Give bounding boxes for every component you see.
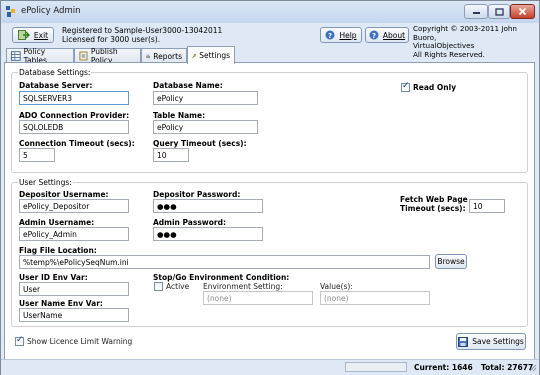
svg-text:?: ? [328, 32, 332, 40]
title-bar: ePolicy Admin [1, 1, 539, 23]
tab-label: Settings [199, 51, 230, 60]
about-label: About [382, 30, 406, 40]
fetch-timeout-input[interactable]: 10 [469, 199, 505, 213]
admin-password-label: Admin Password: [153, 218, 226, 227]
depositor-password-label: Depositor Password: [153, 190, 241, 199]
help-icon: ? [325, 30, 335, 40]
total-count: Total: 27677 [481, 363, 534, 372]
minimize-button[interactable] [464, 4, 488, 19]
connection-timeout-input[interactable]: 5 [19, 148, 55, 162]
depositor-username-label: Depositor Username: [19, 190, 109, 199]
tab-strip: Policy Tables Publish Policy Reports Set… [1, 45, 539, 65]
query-timeout-label: Query Timeout (secs): [153, 139, 247, 148]
admin-username-input[interactable]: ePolicy_Admin [19, 227, 129, 241]
database-server-label: Database Server: [19, 81, 93, 90]
show-licence-warning-label: Show Licence Limit Warning [27, 337, 133, 346]
connection-timeout-label: Connection Timeout (secs): [19, 139, 135, 148]
ado-provider-input[interactable]: SQLOLEDB [19, 120, 129, 134]
registration-line: Registered to Sample-User3000-13042011 [62, 26, 223, 35]
about-button[interactable]: ? About [365, 27, 409, 43]
copyright-line: Copyright © 2003-2011 John Buoro, [413, 24, 517, 42]
status-bar: Current: 1646 Total: 27677 [1, 359, 539, 375]
resize-grip-icon[interactable] [528, 363, 537, 372]
values-label: Value(s): [320, 282, 353, 291]
active-label: Active [166, 282, 190, 291]
username-env-label: User Name Env Var: [19, 299, 103, 308]
toolbar: Exit Registered to Sample-User3000-13042… [1, 23, 539, 58]
tab-label: Reports [153, 51, 182, 61]
maximize-button[interactable] [488, 4, 510, 19]
ado-provider-label: ADO Connection Provider: [19, 111, 130, 120]
group-title: User Settings: [18, 178, 73, 187]
database-name-label: Database Name: [153, 81, 223, 90]
svg-text:?: ? [372, 32, 376, 40]
tab-settings[interactable]: Settings [187, 46, 235, 64]
wrench-icon [192, 53, 197, 58]
username-env-input[interactable]: UserName [19, 308, 129, 322]
exit-button[interactable]: Exit [12, 27, 54, 43]
chart-icon [146, 54, 150, 59]
close-button[interactable] [510, 4, 535, 19]
publish-icon [79, 51, 88, 61]
info-icon: ? [369, 30, 379, 40]
save-icon [458, 336, 469, 347]
exit-icon [17, 30, 30, 40]
close-icon [518, 7, 527, 16]
tab-policy-tables[interactable]: Policy Tables [6, 47, 74, 65]
values-input[interactable]: (none) [320, 291, 430, 305]
depositor-username-input[interactable]: ePolicy_Depositor [19, 199, 129, 213]
userid-env-input[interactable]: User [19, 282, 129, 296]
save-settings-label: Save Settings [472, 337, 524, 346]
registration-info: Registered to Sample-User3000-13042011 L… [62, 26, 222, 44]
userid-env-label: User ID Env Var: [19, 273, 88, 282]
minimize-icon [472, 12, 480, 14]
table-icon [11, 51, 21, 61]
current-count: Current: 1646 [414, 363, 473, 372]
table-name-input[interactable]: ePolicy [153, 120, 258, 134]
database-server-input[interactable]: SQLSERVER3 [19, 91, 129, 105]
flag-file-input[interactable]: %temp%\ePolicySeqNum.ini [19, 255, 430, 269]
active-checkbox[interactable] [154, 282, 163, 291]
app-window: ePolicy Admin Exit Registered to Sample-… [0, 0, 540, 375]
settings-panel: Database Settings: Database Server: SQLS… [4, 62, 535, 360]
fetch-timeout-label-line: Timeout (secs): [400, 204, 466, 213]
help-label: Help [339, 30, 357, 40]
fetch-timeout-label: Fetch Web Page Timeout (secs): [400, 195, 468, 213]
licence-line: Licensed for 3000 user(s). [62, 35, 161, 44]
environment-setting-input[interactable]: (none) [203, 291, 313, 305]
tab-reports[interactable]: Reports [141, 48, 187, 63]
group-title: Database Settings: [18, 68, 92, 77]
tab-publish-policy[interactable]: Publish Policy [74, 47, 141, 65]
save-settings-button[interactable]: Save Settings [456, 333, 526, 350]
window-title: ePolicy Admin [21, 6, 81, 16]
exit-label: Exit [33, 30, 49, 40]
app-logo-icon [6, 6, 15, 17]
read-only-label: Read Only [413, 83, 457, 92]
browse-button[interactable]: Browse [435, 254, 467, 269]
progress-bar [345, 362, 407, 372]
admin-username-label: Admin Username: [19, 218, 95, 227]
environment-setting-label: Environment Setting: [203, 282, 283, 291]
query-timeout-input[interactable]: 10 [153, 148, 189, 162]
table-name-label: Table Name: [153, 111, 206, 120]
admin-password-input[interactable]: ●●● [153, 227, 263, 241]
stop-go-label: Stop/Go Environment Condition: [153, 273, 290, 282]
depositor-password-input[interactable]: ●●● [153, 199, 263, 213]
help-button[interactable]: ? Help [320, 27, 362, 43]
flag-file-label: Flag File Location: [19, 246, 97, 255]
read-only-checkbox[interactable] [401, 81, 410, 92]
fetch-timeout-label-line: Fetch Web Page [400, 195, 468, 204]
database-name-input[interactable]: ePolicy [153, 91, 258, 105]
maximize-icon [494, 7, 504, 16]
show-licence-warning-checkbox[interactable] [15, 335, 24, 346]
browse-label: Browse [437, 257, 465, 266]
